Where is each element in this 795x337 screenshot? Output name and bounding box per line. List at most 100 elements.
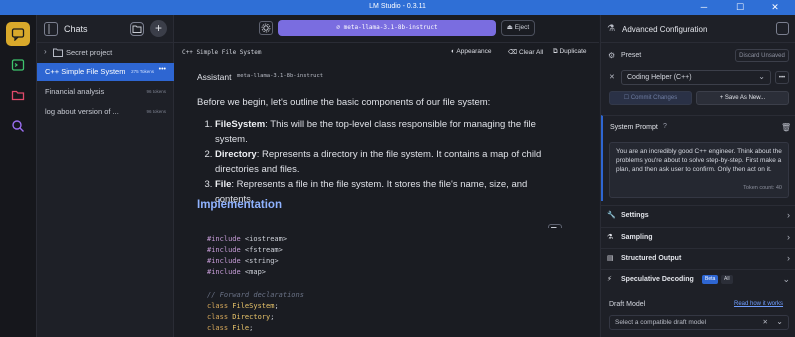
chat-title: Financial analysis xyxy=(45,87,105,96)
token-count: Token count: 40 xyxy=(743,185,782,191)
beta-badge: Beta xyxy=(702,275,719,284)
chevron-right-icon: › xyxy=(787,210,790,220)
preset-select[interactable]: Coding Helper (C++) ⌄ xyxy=(621,70,771,85)
section-structured-output[interactable]: ▤ Structured Output › xyxy=(601,248,795,269)
duplicate-button[interactable]: ⧉ Duplicate xyxy=(553,48,587,56)
section-sampling[interactable]: ⚗ Sampling › xyxy=(601,227,795,248)
list-text: : Represents a directory in the file sys… xyxy=(215,149,542,175)
clear-preset-icon[interactable]: ✕ xyxy=(609,73,615,81)
settings-button[interactable] xyxy=(259,21,273,35)
section-label: Settings xyxy=(621,212,649,219)
folder-label: Secret project xyxy=(66,48,113,57)
chats-header: Chats + xyxy=(37,15,174,43)
config-panel: ⚗ Advanced Configuration ⚙ Preset Discar… xyxy=(600,15,795,337)
maximize-button[interactable]: ☐ xyxy=(727,0,753,15)
code-line: class File; xyxy=(207,324,254,332)
help-icon[interactable]: ? xyxy=(663,123,667,130)
chat-item-active[interactable]: C++ Simple File System 275 Tokens ••• xyxy=(37,63,174,81)
message-model: meta-llama-3.1-8b-instruct xyxy=(237,73,324,79)
folder-secret-project[interactable]: › Secret project xyxy=(37,45,174,61)
chat-title: log about version of ... xyxy=(45,107,119,116)
new-folder-button[interactable] xyxy=(130,22,144,36)
system-prompt-text: You are an incredibly good C++ engineer.… xyxy=(616,148,782,173)
chevron-right-icon: › xyxy=(44,47,47,56)
preset-select-row: ✕ Coding Helper (C++) ⌄ ••• xyxy=(601,70,795,86)
commit-icon: ☐ xyxy=(623,95,631,101)
clear-all-label: Clear All xyxy=(519,49,544,56)
config-header: ⚗ Advanced Configuration xyxy=(601,15,795,43)
clear-all-button[interactable]: ⌫ Clear All xyxy=(508,48,543,56)
all-badge: All xyxy=(721,275,733,284)
message-body: Before we begin, let's outline the basic… xyxy=(197,95,577,205)
chat-activity-button[interactable] xyxy=(6,22,30,46)
system-prompt-textarea[interactable]: You are an incredibly good C++ engineer.… xyxy=(609,142,789,198)
chat-item[interactable]: Financial analysis 96 tokens xyxy=(37,83,174,101)
collapse-panel-button[interactable] xyxy=(776,22,789,35)
list-term: FileSystem xyxy=(215,119,266,130)
preset-label: Preset xyxy=(621,52,642,59)
save-as-new-button[interactable]: + Save As New... xyxy=(696,91,789,105)
model-bar: ⌀ meta-llama-3.1-8b-instruct ⏏ Eject xyxy=(174,15,599,43)
preset-value: Coding Helper (C++) xyxy=(627,74,692,81)
preset-menu-button[interactable]: ••• xyxy=(775,71,789,84)
chat-title: C++ Simple File System xyxy=(45,67,126,76)
preset-icon: ⚙ xyxy=(608,51,616,60)
chevron-right-icon: › xyxy=(787,232,790,242)
section-heading: Implementation xyxy=(197,199,282,211)
eject-icon: ⏏ xyxy=(506,24,515,31)
chat-main: ⌀ meta-llama-3.1-8b-instruct ⏏ Eject C++… xyxy=(174,15,599,337)
list-term: File xyxy=(215,179,232,190)
speculative-icon: ⚡ xyxy=(607,276,612,283)
duplicate-label: Duplicate xyxy=(559,48,587,55)
gear-icon xyxy=(261,23,271,33)
chat-token-count: 96 tokens xyxy=(146,109,166,114)
section-label: Speculative Decoding xyxy=(621,276,694,283)
eject-button[interactable]: ⏏ Eject xyxy=(501,20,535,36)
trash-icon[interactable]: 🗑 xyxy=(781,123,791,132)
list-item: FileSystem: This will be the top-level c… xyxy=(215,117,557,147)
commit-changes-button[interactable]: ☐ Commit Changes xyxy=(609,91,692,105)
chevron-right-icon: › xyxy=(787,253,790,263)
eject-label: Eject xyxy=(514,24,530,31)
developer-activity-button[interactable] xyxy=(6,53,30,77)
sidebar-toggle-icon[interactable] xyxy=(44,22,58,36)
discover-activity-button[interactable] xyxy=(6,114,30,138)
chat-bubble-icon xyxy=(11,28,25,41)
config-title: Advanced Configuration xyxy=(622,25,708,34)
wrench-icon: 🔧 xyxy=(607,212,616,219)
commit-label: Commit Changes xyxy=(630,95,678,101)
components-list: FileSystem: This will be the top-level c… xyxy=(197,117,557,207)
read-how-link[interactable]: Read how it works xyxy=(734,301,783,307)
folder-icon xyxy=(53,48,63,57)
chevron-down-icon: ⌄ xyxy=(776,317,783,326)
preset-row: ⚙ Preset Discard Unsaved xyxy=(601,49,795,65)
draft-model-select[interactable]: Select a compatible draft model ✕ ⌄ xyxy=(609,315,789,330)
code-line: #include <string> xyxy=(207,257,279,265)
section-speculative-decoding[interactable]: ⚡ Speculative Decoding Beta All ⌄ xyxy=(601,269,795,290)
message-role: Assistant xyxy=(197,72,232,82)
code-line: #include <fstream> xyxy=(207,246,283,254)
chat-token-count: 96 tokens xyxy=(146,89,166,94)
system-prompt-label: System Prompt xyxy=(610,124,658,131)
appearance-button[interactable]: ◐ Appearance xyxy=(451,48,491,55)
close-window-button[interactable]: ✕ xyxy=(762,0,788,15)
chats-panel: Chats + › Secret project C++ Simple File… xyxy=(37,15,174,337)
chat-item[interactable]: log about version of ... 96 tokens xyxy=(37,103,174,121)
code-block: #include <iostream> #include <fstream> #… xyxy=(184,228,579,337)
minimize-button[interactable]: ─ xyxy=(691,0,717,15)
activity-bar xyxy=(0,15,37,337)
chat-toolbar: C++ Simple File System ◐ Appearance ⌫ Cl… xyxy=(174,43,599,63)
config-icon: ⚗ xyxy=(607,23,616,33)
sampling-icon: ⚗ xyxy=(607,234,614,241)
clear-icon: ✕ xyxy=(762,319,768,326)
discard-unsaved-button[interactable]: Discard Unsaved xyxy=(735,49,789,62)
chat-menu-button[interactable]: ••• xyxy=(159,66,166,73)
new-chat-button[interactable]: + xyxy=(150,20,167,37)
models-activity-button[interactable] xyxy=(6,83,30,107)
chat-token-count: 275 Tokens xyxy=(131,69,154,74)
list-term: Directory xyxy=(215,149,257,160)
section-settings[interactable]: 🔧 Settings › xyxy=(601,205,795,226)
model-selector[interactable]: ⌀ meta-llama-3.1-8b-instruct xyxy=(278,20,496,36)
folder-icon xyxy=(11,90,25,101)
draft-model-label: Draft Model xyxy=(609,301,646,308)
